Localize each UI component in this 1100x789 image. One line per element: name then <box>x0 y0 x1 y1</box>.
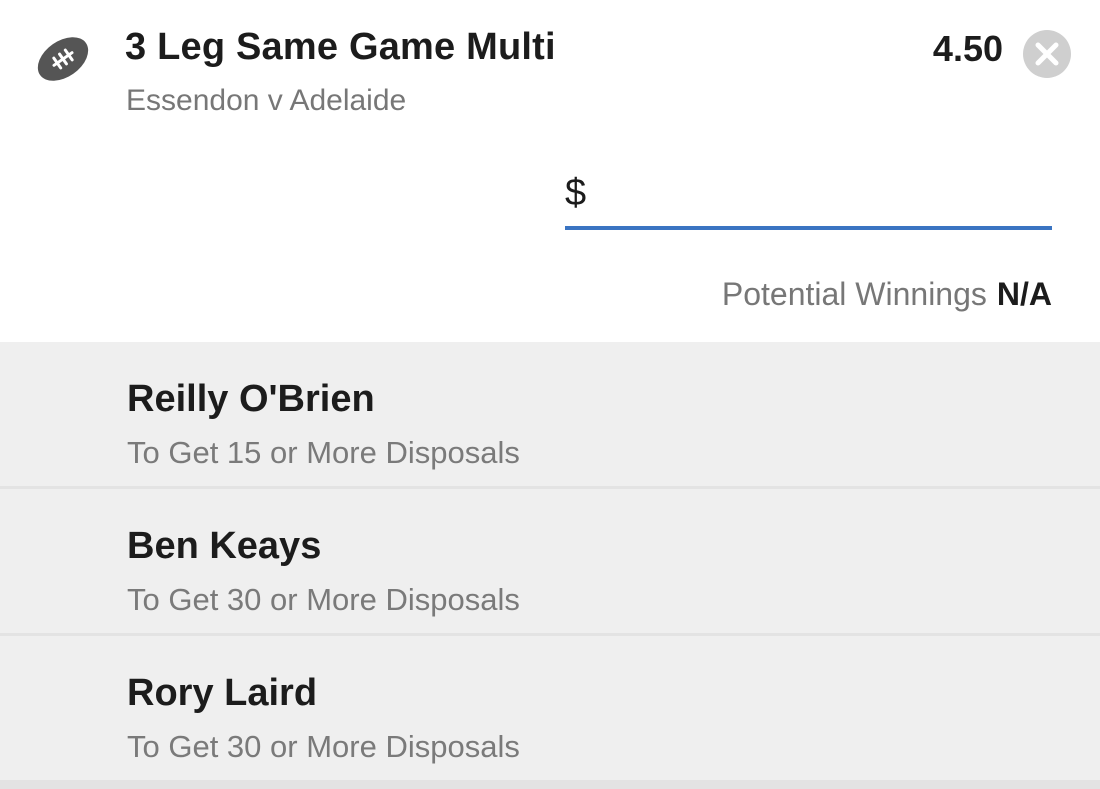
potential-winnings-label: Potential Winnings <box>721 276 987 312</box>
bet-title: 3 Leg Same Game Multi <box>125 26 556 68</box>
list-item: Rory Laird To Get 30 or More Disposals <box>0 636 1100 780</box>
bet-legs-list: Reilly O'Brien To Get 15 or More Disposa… <box>0 342 1100 789</box>
remove-bet-button[interactable] <box>1023 30 1071 78</box>
stake-field[interactable]: $ <box>565 168 1052 230</box>
leg-selection: To Get 30 or More Disposals <box>127 582 520 617</box>
leg-player-name: Reilly O'Brien <box>127 378 375 420</box>
bet-slip-card: 3 Leg Same Game Multi Essendon v Adelaid… <box>0 0 1100 789</box>
leg-selection: To Get 30 or More Disposals <box>127 729 520 764</box>
match-name: Essendon v Adelaide <box>126 84 407 117</box>
bet-odds: 4.50 <box>932 28 1003 69</box>
leg-selection: To Get 15 or More Disposals <box>127 435 520 470</box>
stake-input[interactable] <box>603 172 1043 220</box>
football-icon <box>34 30 92 88</box>
potential-winnings: Potential Winnings N/A <box>722 276 1052 313</box>
list-item: Ben Keays To Get 30 or More Disposals <box>0 489 1100 633</box>
leg-player-name: Ben Keays <box>127 525 322 567</box>
potential-winnings-value: N/A <box>996 276 1052 312</box>
currency-symbol: $ <box>565 172 587 214</box>
list-item: Reilly O'Brien To Get 15 or More Disposa… <box>0 342 1100 486</box>
bet-header: 3 Leg Same Game Multi Essendon v Adelaid… <box>0 0 1100 342</box>
leg-player-name: Rory Laird <box>127 672 318 714</box>
